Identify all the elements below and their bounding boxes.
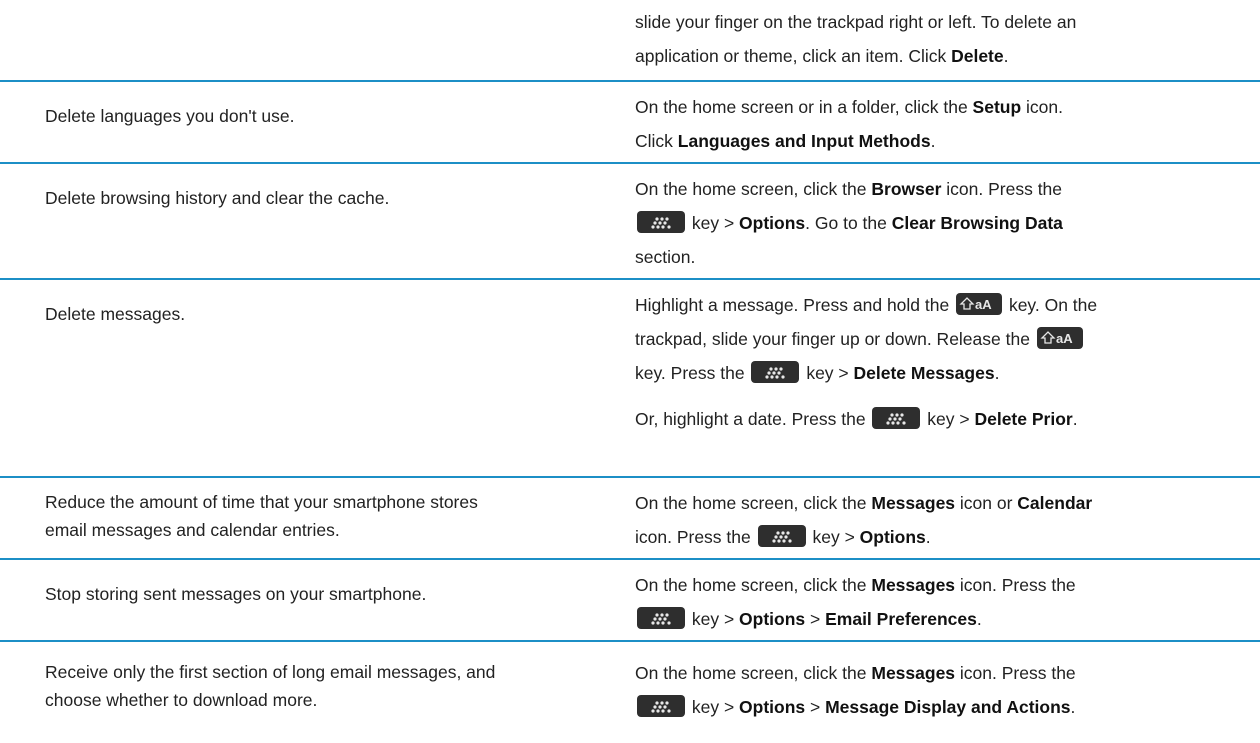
action-line: On the home screen or in a folder, click… xyxy=(635,97,1063,117)
task-cell: Delete browsing history and clear the ca… xyxy=(45,188,390,208)
bold-term: Messages xyxy=(871,663,956,683)
action-cell: On the home screen, click the Messages i… xyxy=(635,568,1225,636)
action-line: application or theme, click an item. Cli… xyxy=(635,46,1009,66)
action-line: trackpad, slide your finger up or down. … xyxy=(635,322,1225,356)
bold-term: Delete xyxy=(951,46,1004,66)
bold-term: Delete Messages xyxy=(853,363,995,383)
bold-term: Calendar xyxy=(1017,493,1093,513)
task-cell: Stop storing sent messages on your smart… xyxy=(45,584,427,604)
table-row: Stop storing sent messages on your smart… xyxy=(0,560,1260,640)
bold-term: Options xyxy=(739,213,806,233)
task-cell: Receive only the first section of long e… xyxy=(45,662,496,710)
menu-key-icon xyxy=(637,607,685,630)
bold-term: Options xyxy=(739,609,806,629)
task-cell: Reduce the amount of time that your smar… xyxy=(45,492,478,540)
action-cell: On the home screen, click the Messages i… xyxy=(635,656,1225,724)
bold-term: Options xyxy=(739,697,806,717)
bold-term: Messages xyxy=(871,493,956,513)
bold-term: Setup xyxy=(972,97,1022,117)
action-line: On the home screen, click the Messages i… xyxy=(635,663,1076,683)
table-row: Reduce the amount of time that your smar… xyxy=(0,478,1260,558)
bold-term: Languages and Input Methods xyxy=(677,131,931,151)
table-row: Receive only the first section of long e… xyxy=(0,642,1260,742)
table-row: Delete messages. Highlight a message. Pr… xyxy=(0,280,1260,457)
table-row-continued: slide your finger on the trackpad right … xyxy=(0,0,1260,80)
action-line: icon. Press the key > Options. xyxy=(635,525,931,548)
menu-key-icon xyxy=(637,695,685,718)
bold-term: Browser xyxy=(871,179,942,199)
action-line: On the home screen, click the Messages i… xyxy=(635,493,1093,513)
table-row: Delete browsing history and clear the ca… xyxy=(0,164,1260,278)
action-cell: Highlight a message. Press and hold the … xyxy=(635,288,1225,436)
bold-term: Clear Browsing Data xyxy=(891,213,1063,233)
bold-term: Email Preferences xyxy=(825,609,977,629)
action-line: slide your finger on the trackpad right … xyxy=(635,12,1077,32)
menu-key-icon xyxy=(637,211,685,234)
bold-term: Delete Prior xyxy=(974,409,1073,429)
task-cell: Delete messages. xyxy=(45,304,186,324)
action-cell: slide your finger on the trackpad right … xyxy=(635,5,1225,73)
bold-term: Options xyxy=(859,527,926,547)
action-cell: On the home screen or in a folder, click… xyxy=(635,90,1225,158)
task-cell: Delete languages you don't use. xyxy=(45,106,295,126)
bold-term: Message Display and Actions xyxy=(825,697,1071,717)
menu-key-icon xyxy=(872,407,921,430)
shift-key-icon xyxy=(1036,327,1083,350)
action-line: On the home screen, click the Browser ic… xyxy=(635,179,1063,199)
menu-key-icon xyxy=(757,525,806,548)
action-line: section. xyxy=(635,247,696,267)
action-line: Click Languages and Input Methods. xyxy=(635,131,936,151)
shift-key-icon xyxy=(956,293,1003,316)
action-line: key. Press the key > Delete Messages. xyxy=(635,361,1000,384)
action-line: key > Options > Message Display and Acti… xyxy=(635,690,1225,724)
bold-term: Messages xyxy=(871,575,956,595)
action-line: key > Options. Go to the Clear Browsing … xyxy=(635,206,1225,240)
action-cell: On the home screen, click the Browser ic… xyxy=(635,172,1225,274)
table-row: Delete languages you don't use. On the h… xyxy=(0,82,1260,162)
action-cell: On the home screen, click the Messages i… xyxy=(635,486,1225,554)
action-line: On the home screen, click the Messages i… xyxy=(635,575,1076,595)
action-line: Or, highlight a date. Press the key > De… xyxy=(635,407,1078,430)
action-line: key > Options > Email Preferences. xyxy=(635,602,1225,636)
action-line: Highlight a message. Press and hold the … xyxy=(635,293,1098,316)
menu-key-icon xyxy=(751,361,800,384)
